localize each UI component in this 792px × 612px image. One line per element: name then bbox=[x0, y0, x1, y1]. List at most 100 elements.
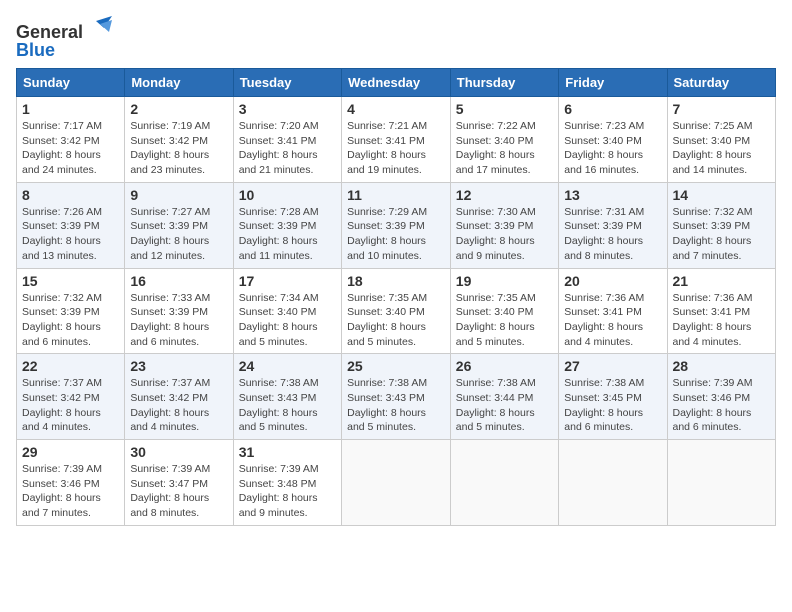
calendar-table: SundayMondayTuesdayWednesdayThursdayFrid… bbox=[16, 68, 776, 526]
calendar-cell: 20 Sunrise: 7:36 AMSunset: 3:41 PMDayligh… bbox=[559, 268, 667, 354]
day-number: 12 bbox=[456, 187, 553, 203]
day-info: Sunrise: 7:26 AMSunset: 3:39 PMDaylight:… bbox=[22, 205, 119, 264]
day-number: 26 bbox=[456, 358, 553, 374]
day-number: 20 bbox=[564, 273, 661, 289]
calendar-week-row: 8 Sunrise: 7:26 AMSunset: 3:39 PMDaylight… bbox=[17, 182, 776, 268]
day-info: Sunrise: 7:38 AMSunset: 3:45 PMDaylight:… bbox=[564, 376, 661, 435]
calendar-cell: 12Sunrise: 7:30 AMSunset: 3:39 PMDayligh… bbox=[450, 182, 558, 268]
day-number: 16 bbox=[130, 273, 227, 289]
day-info: Sunrise: 7:31 AMSunset: 3:39 PMDaylight:… bbox=[564, 205, 661, 264]
col-header-monday: Monday bbox=[125, 69, 233, 97]
calendar-cell: 10 Sunrise: 7:28 AMSunset: 3:39 PMDayligh… bbox=[233, 182, 341, 268]
calendar-cell: 19 Sunrise: 7:35 AMSunset: 3:40 PMDayligh… bbox=[450, 268, 558, 354]
day-info: Sunrise: 7:25 AMSunset: 3:40 PMDaylight:… bbox=[673, 119, 771, 178]
day-number: 21 bbox=[673, 273, 771, 289]
calendar-cell: 15Sunrise: 7:32 AMSunset: 3:39 PMDayligh… bbox=[17, 268, 125, 354]
day-info: Sunrise: 7:19 AMSunset: 3:42 PMDaylight:… bbox=[130, 119, 227, 178]
day-info: Sunrise: 7:35 AMSunset: 3:40 PMDaylight:… bbox=[456, 291, 553, 350]
day-number: 28 bbox=[673, 358, 771, 374]
day-number: 10 bbox=[239, 187, 336, 203]
day-info: Sunrise: 7:21 AMSunset: 3:41 PMDaylight:… bbox=[347, 119, 445, 178]
day-number: 19 bbox=[456, 273, 553, 289]
page-header: GeneralBlue bbox=[16, 16, 776, 60]
day-info: Sunrise: 7:35 AMSunset: 3:40 PMDaylight:… bbox=[347, 291, 445, 350]
day-info: Sunrise: 7:27 AMSunset: 3:39 PMDaylight:… bbox=[130, 205, 227, 264]
day-info: Sunrise: 7:29 AMSunset: 3:39 PMDaylight:… bbox=[347, 205, 445, 264]
calendar-cell: 31 Sunrise: 7:39 AMSunset: 3:48 PMDayligh… bbox=[233, 440, 341, 526]
calendar-cell: 27 Sunrise: 7:38 AMSunset: 3:45 PMDayligh… bbox=[559, 354, 667, 440]
calendar-week-row: 15Sunrise: 7:32 AMSunset: 3:39 PMDayligh… bbox=[17, 268, 776, 354]
day-number: 1 bbox=[22, 101, 119, 117]
day-info: Sunrise: 7:28 AMSunset: 3:39 PMDaylight:… bbox=[239, 205, 336, 264]
calendar-cell: 16 Sunrise: 7:33 AMSunset: 3:39 PMDayligh… bbox=[125, 268, 233, 354]
day-info: Sunrise: 7:38 AMSunset: 3:43 PMDaylight:… bbox=[239, 376, 336, 435]
calendar-week-row: 29 Sunrise: 7:39 AMSunset: 3:46 PMDayligh… bbox=[17, 440, 776, 526]
svg-text:General: General bbox=[16, 22, 83, 42]
day-info: Sunrise: 7:17 AMSunset: 3:42 PMDaylight:… bbox=[22, 119, 119, 178]
day-info: Sunrise: 7:20 AMSunset: 3:41 PMDaylight:… bbox=[239, 119, 336, 178]
col-header-tuesday: Tuesday bbox=[233, 69, 341, 97]
day-number: 4 bbox=[347, 101, 445, 117]
day-info: Sunrise: 7:38 AMSunset: 3:43 PMDaylight:… bbox=[347, 376, 445, 435]
calendar-cell: 29 Sunrise: 7:39 AMSunset: 3:46 PMDayligh… bbox=[17, 440, 125, 526]
day-number: 24 bbox=[239, 358, 336, 374]
day-number: 6 bbox=[564, 101, 661, 117]
calendar-cell: 25 Sunrise: 7:38 AMSunset: 3:43 PMDayligh… bbox=[342, 354, 451, 440]
logo: GeneralBlue bbox=[16, 16, 116, 60]
calendar-cell: 11 Sunrise: 7:29 AMSunset: 3:39 PMDayligh… bbox=[342, 182, 451, 268]
day-info: Sunrise: 7:34 AMSunset: 3:40 PMDaylight:… bbox=[239, 291, 336, 350]
day-number: 2 bbox=[130, 101, 227, 117]
day-info: Sunrise: 7:32 AMSunset: 3:39 PMDaylight:… bbox=[673, 205, 771, 264]
day-info: Sunrise: 7:38 AMSunset: 3:44 PMDaylight:… bbox=[456, 376, 553, 435]
day-number: 25 bbox=[347, 358, 445, 374]
day-number: 11 bbox=[347, 187, 445, 203]
day-number: 29 bbox=[22, 444, 119, 460]
calendar-cell: 2 Sunrise: 7:19 AMSunset: 3:42 PMDaylight… bbox=[125, 97, 233, 183]
day-info: Sunrise: 7:37 AMSunset: 3:42 PMDaylight:… bbox=[22, 376, 119, 435]
day-info: Sunrise: 7:33 AMSunset: 3:39 PMDaylight:… bbox=[130, 291, 227, 350]
calendar-cell: 5Sunrise: 7:22 AMSunset: 3:40 PMDaylight… bbox=[450, 97, 558, 183]
day-number: 18 bbox=[347, 273, 445, 289]
logo-svg: GeneralBlue bbox=[16, 16, 116, 60]
day-number: 13 bbox=[564, 187, 661, 203]
calendar-cell bbox=[342, 440, 451, 526]
calendar-cell: 23Sunrise: 7:37 AMSunset: 3:42 PMDayligh… bbox=[125, 354, 233, 440]
calendar-cell: 22 Sunrise: 7:37 AMSunset: 3:42 PMDayligh… bbox=[17, 354, 125, 440]
day-info: Sunrise: 7:36 AMSunset: 3:41 PMDaylight:… bbox=[564, 291, 661, 350]
calendar-cell: 9Sunrise: 7:27 AMSunset: 3:39 PMDaylight… bbox=[125, 182, 233, 268]
day-number: 23 bbox=[130, 358, 227, 374]
day-number: 7 bbox=[673, 101, 771, 117]
col-header-saturday: Saturday bbox=[667, 69, 776, 97]
day-info: Sunrise: 7:39 AMSunset: 3:48 PMDaylight:… bbox=[239, 462, 336, 521]
calendar-cell: 28 Sunrise: 7:39 AMSunset: 3:46 PMDayligh… bbox=[667, 354, 776, 440]
calendar-week-row: 1 Sunrise: 7:17 AMSunset: 3:42 PMDaylight… bbox=[17, 97, 776, 183]
day-info: Sunrise: 7:23 AMSunset: 3:40 PMDaylight:… bbox=[564, 119, 661, 178]
day-number: 22 bbox=[22, 358, 119, 374]
calendar-cell: 13 Sunrise: 7:31 AMSunset: 3:39 PMDayligh… bbox=[559, 182, 667, 268]
day-info: Sunrise: 7:36 AMSunset: 3:41 PMDaylight:… bbox=[673, 291, 771, 350]
day-number: 8 bbox=[22, 187, 119, 203]
day-number: 5 bbox=[456, 101, 553, 117]
calendar-cell: 8 Sunrise: 7:26 AMSunset: 3:39 PMDaylight… bbox=[17, 182, 125, 268]
calendar-cell bbox=[450, 440, 558, 526]
calendar-cell: 17Sunrise: 7:34 AMSunset: 3:40 PMDayligh… bbox=[233, 268, 341, 354]
col-header-friday: Friday bbox=[559, 69, 667, 97]
calendar-cell: 1 Sunrise: 7:17 AMSunset: 3:42 PMDaylight… bbox=[17, 97, 125, 183]
day-number: 3 bbox=[239, 101, 336, 117]
calendar-cell bbox=[667, 440, 776, 526]
calendar-cell: 14Sunrise: 7:32 AMSunset: 3:39 PMDayligh… bbox=[667, 182, 776, 268]
day-info: Sunrise: 7:39 AMSunset: 3:46 PMDaylight:… bbox=[22, 462, 119, 521]
day-number: 27 bbox=[564, 358, 661, 374]
calendar-cell: 21 Sunrise: 7:36 AMSunset: 3:41 PMDayligh… bbox=[667, 268, 776, 354]
calendar-cell: 4 Sunrise: 7:21 AMSunset: 3:41 PMDaylight… bbox=[342, 97, 451, 183]
col-header-wednesday: Wednesday bbox=[342, 69, 451, 97]
calendar-cell: 3 Sunrise: 7:20 AMSunset: 3:41 PMDaylight… bbox=[233, 97, 341, 183]
day-number: 31 bbox=[239, 444, 336, 460]
col-header-sunday: Sunday bbox=[17, 69, 125, 97]
calendar-week-row: 22 Sunrise: 7:37 AMSunset: 3:42 PMDayligh… bbox=[17, 354, 776, 440]
day-number: 15 bbox=[22, 273, 119, 289]
calendar-header-row: SundayMondayTuesdayWednesdayThursdayFrid… bbox=[17, 69, 776, 97]
day-info: Sunrise: 7:39 AMSunset: 3:46 PMDaylight:… bbox=[673, 376, 771, 435]
calendar-cell: 24 Sunrise: 7:38 AMSunset: 3:43 PMDayligh… bbox=[233, 354, 341, 440]
svg-text:Blue: Blue bbox=[16, 40, 55, 60]
